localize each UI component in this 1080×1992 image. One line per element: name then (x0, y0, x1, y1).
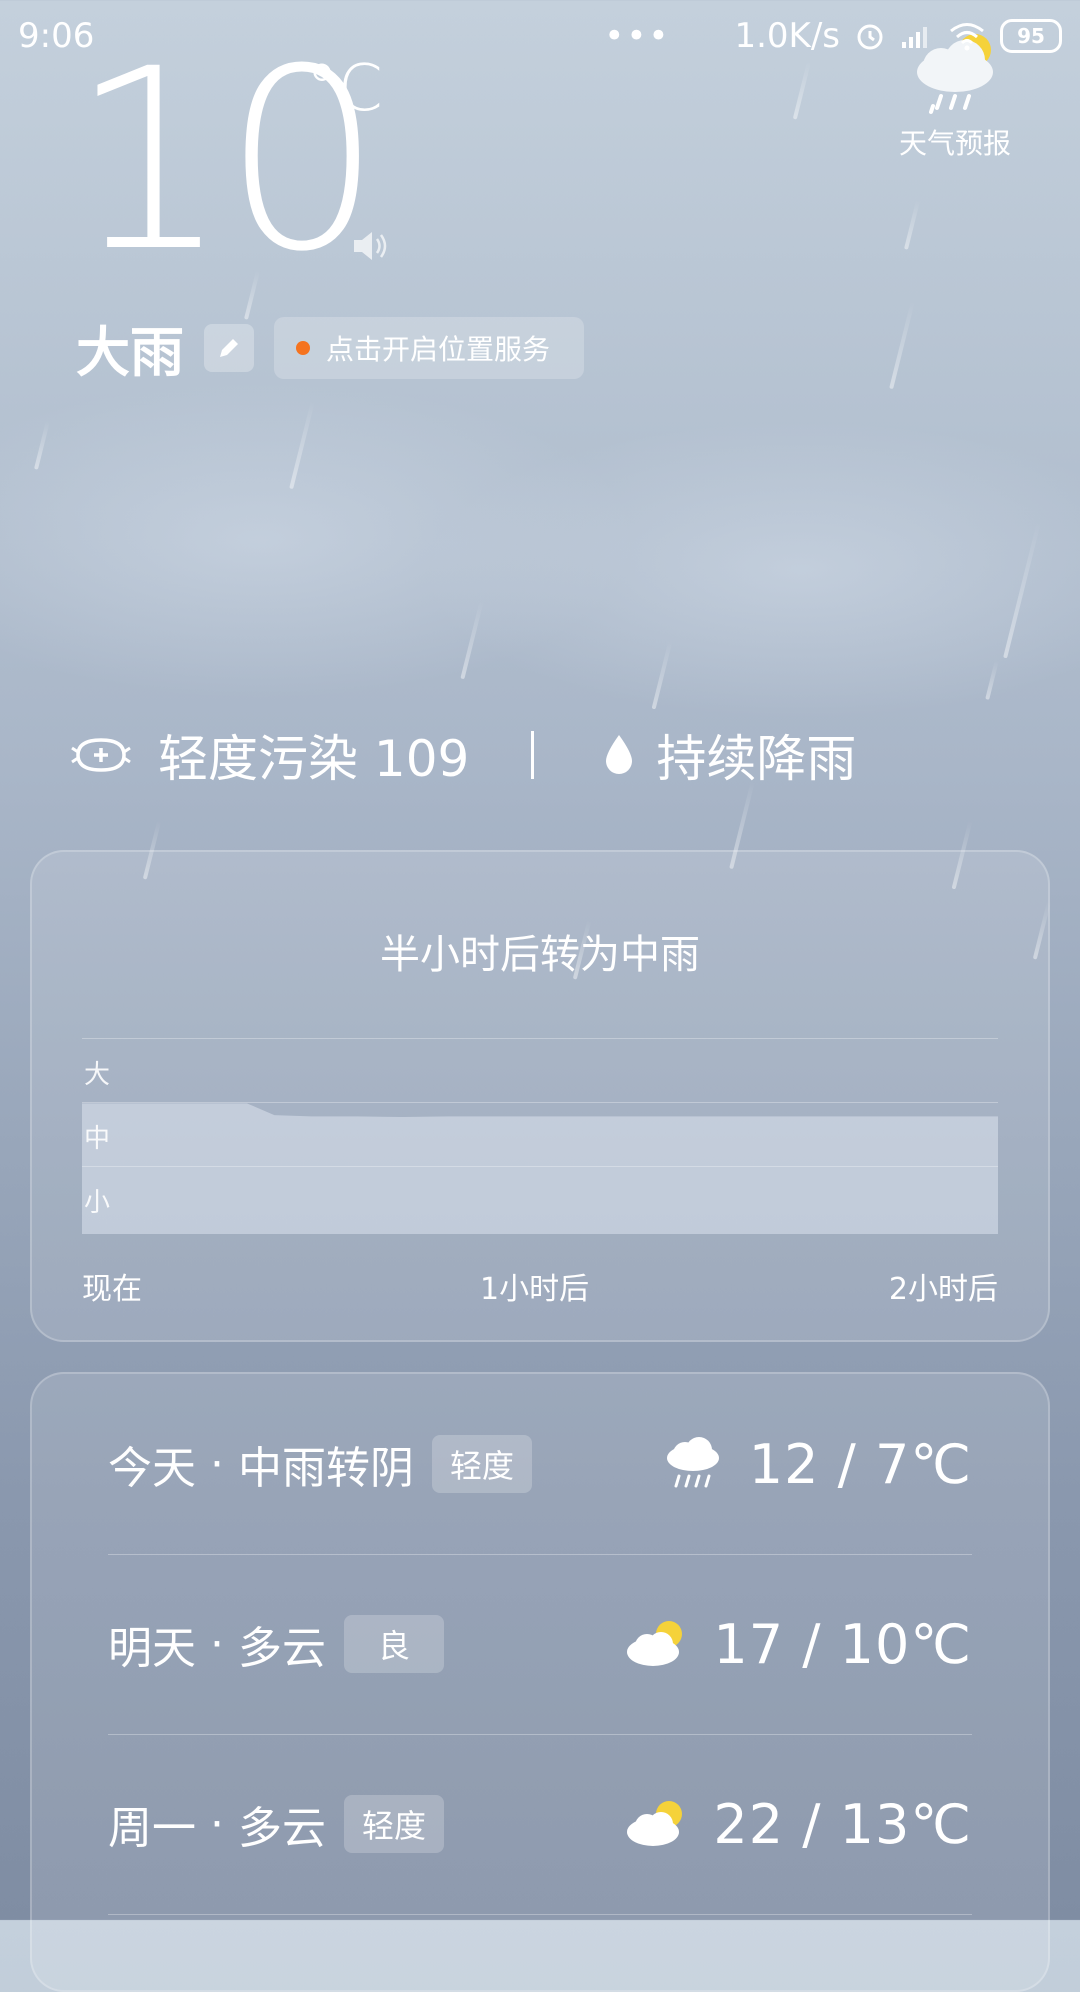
day-name: 明天 (108, 1623, 196, 1674)
precipitation-title: 半小时后转为中雨 (380, 932, 700, 978)
level-moderate: 中 (84, 1124, 111, 1154)
current-condition: 大雨 (76, 321, 184, 384)
day-temperature: 12 / 7℃ (748, 1432, 972, 1496)
edit-button[interactable] (204, 323, 254, 372)
partly-cloudy-icon (627, 1621, 683, 1666)
mask-icon (71, 738, 131, 772)
weather-forecast-label: 天气预报 (898, 127, 1011, 160)
day-temp-group: 22 / 13℃ (625, 1793, 972, 1856)
status-time: 9:06 (18, 16, 95, 56)
partly-cloudy-icon (627, 1801, 683, 1846)
cellular-signal-icon (902, 27, 927, 48)
day-info: 明天 · 多云 良 (108, 1612, 444, 1676)
rain-status[interactable]: 持续降雨 (602, 719, 856, 791)
precipitation-chart: 大 中 小 (82, 1038, 998, 1234)
raindrop-icon (606, 735, 633, 774)
day-temp-group: 17 / 10℃ (625, 1613, 972, 1676)
daily-row-monday[interactable]: 周一 · 多云 轻度 22 / 13℃ (108, 1734, 972, 1914)
alarm-icon (857, 24, 883, 50)
pencil-icon (220, 338, 238, 357)
wifi-icon (950, 23, 984, 51)
enable-location-label: 点击开启位置服务 (326, 332, 551, 366)
aqi-row: 轻度污染 109 持续降雨 (70, 718, 1010, 792)
day-condition: 多云 (237, 1803, 326, 1854)
rain-cloud-icon (666, 1437, 719, 1488)
aqi-tag: 良 (343, 1615, 444, 1673)
day-condition: 多云 (237, 1623, 326, 1674)
grid-line (82, 1038, 998, 1039)
daily-forecast-card: 今天 · 中雨转阴 轻度 12 / 7℃ 明天 · 多云 良 17 / 10℃ … (30, 1372, 1050, 1992)
day-info: 今天 · 中雨转阴 轻度 (108, 1432, 532, 1496)
rain-status-text: 持续降雨 (656, 730, 857, 788)
precipitation-area (82, 1103, 998, 1234)
status-bar: 9:06 ••• 1.0K/s 95 (0, 0, 1080, 72)
enable-location-button[interactable]: 点击开启位置服务 (274, 316, 585, 379)
day-temp-group: 12 / 7℃ (663, 1433, 972, 1496)
net-speed: 1.0K/s (734, 16, 840, 56)
day-condition: 中雨转阴 (237, 1443, 414, 1494)
day-name: 今天 (108, 1443, 196, 1494)
row-divider (108, 1914, 972, 1915)
location-status-dot (296, 340, 310, 355)
daily-row-tomorrow[interactable]: 明天 · 多云 良 17 / 10℃ (108, 1554, 972, 1734)
day-info: 周一 · 多云 轻度 (108, 1792, 444, 1856)
day-temperature: 17 / 10℃ (713, 1612, 972, 1676)
grid-line (82, 1166, 998, 1167)
day-temperature: 22 / 13℃ (713, 1792, 972, 1856)
daily-row-today[interactable]: 今天 · 中雨转阴 轻度 12 / 7℃ (108, 1374, 972, 1554)
precipitation-area-svg (82, 1103, 998, 1234)
level-heavy: 大 (84, 1060, 111, 1090)
dot-separator: · (196, 1618, 238, 1670)
dot-separator: · (196, 1798, 238, 1850)
more-notifications-icon: ••• (604, 16, 671, 56)
battery-indicator: 95 (1000, 19, 1062, 53)
aqi-text: 轻度污染 109 (158, 730, 470, 788)
day-name: 周一 (108, 1803, 196, 1854)
level-light: 小 (84, 1188, 111, 1218)
x-tick-now: 现在 (82, 1272, 142, 1307)
voice-broadcast-icon[interactable] (350, 226, 392, 266)
aqi-tag: 轻度 (431, 1435, 532, 1493)
precipitation-card[interactable]: 半小时后转为中雨 大 中 小 现在 1小时后 2小时后 (30, 850, 1050, 1342)
dot-separator: · (196, 1438, 238, 1490)
aqi-summary[interactable]: 轻度污染 109 (70, 719, 469, 791)
grid-line (82, 1102, 998, 1103)
x-tick-1h: 1小时后 (480, 1272, 590, 1307)
aqi-divider (531, 731, 535, 779)
condition-row: 大雨 点击开启位置服务 (76, 308, 585, 387)
x-tick-2h: 2小时后 (888, 1272, 998, 1307)
aqi-tag: 轻度 (343, 1795, 444, 1853)
status-icons: ••• 1.0K/s 95 (604, 16, 1062, 56)
